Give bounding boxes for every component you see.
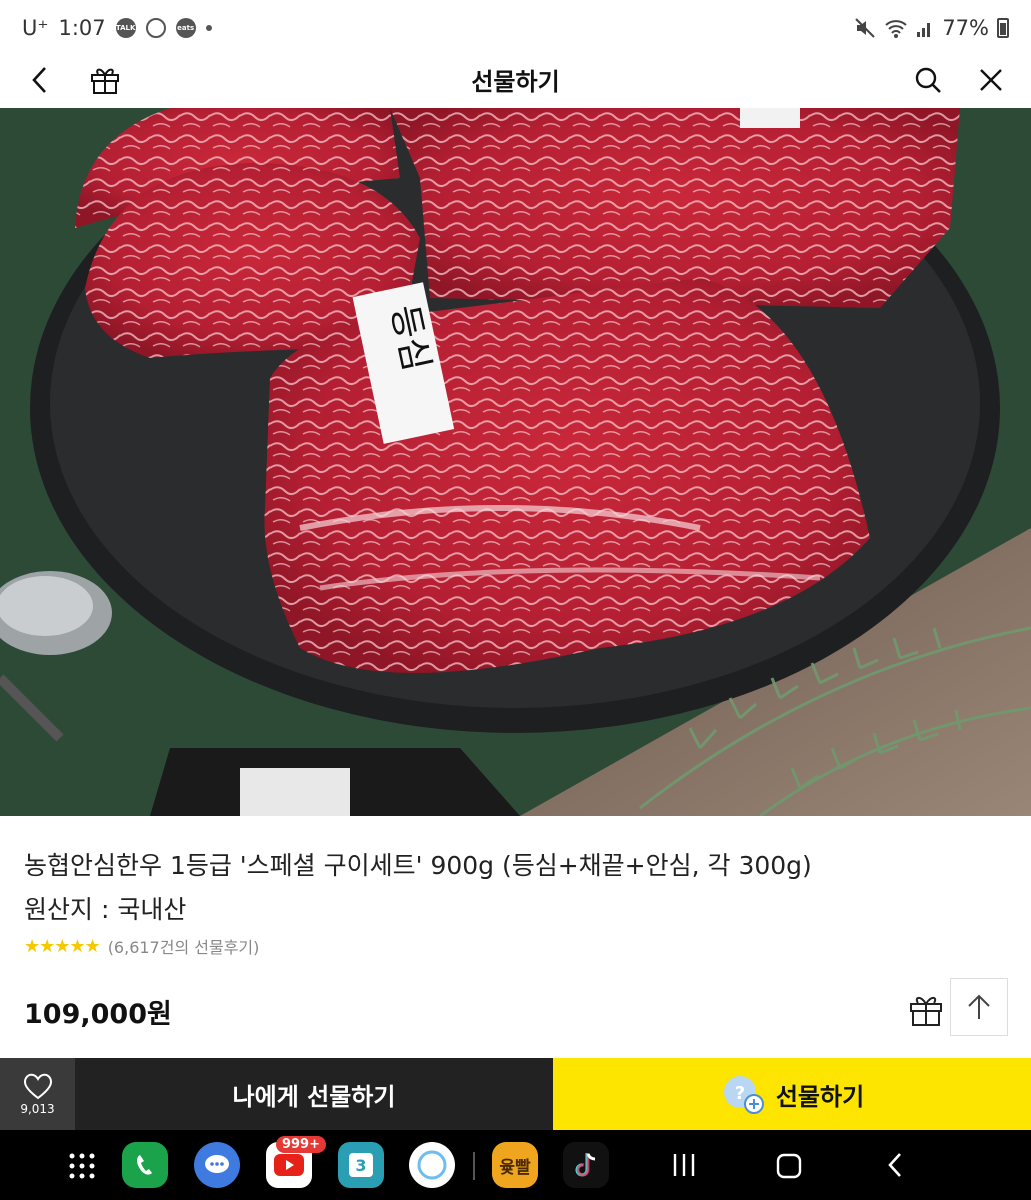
chat-icon xyxy=(205,1155,229,1173)
link-notification-icon xyxy=(145,18,166,38)
heart-icon xyxy=(23,1073,52,1100)
home-button[interactable] xyxy=(774,1151,804,1185)
calendar-app-icon[interactable]: 3 xyxy=(338,1142,384,1188)
dock-separator xyxy=(473,1152,475,1180)
scroll-top-button[interactable] xyxy=(950,978,1008,1036)
close-icon xyxy=(980,69,1002,91)
product-info: 농협안심한우 1등급 '스페셜 구이세트' 900g (등심+채끝+안심, 각 … xyxy=(0,816,1031,1058)
wish-button[interactable]: 9,013 xyxy=(0,1058,75,1130)
phone-app-icon[interactable] xyxy=(122,1142,168,1188)
clock: 1:07 xyxy=(58,16,106,40)
youtube-app-icon[interactable]: 999+ xyxy=(266,1136,326,1188)
friend-gift-icon: ? xyxy=(723,1076,764,1114)
product-origin: 원산지 : 국내산 xyxy=(24,895,187,924)
gift-wrap-button[interactable] xyxy=(908,992,948,1028)
rating-row[interactable]: ★★★★★ (6,617건의 선물후기) xyxy=(24,934,259,958)
more-notifications-icon xyxy=(205,25,212,31)
home-icon xyxy=(776,1153,802,1179)
messages-app-icon[interactable] xyxy=(194,1142,240,1188)
battery-percent: 77% xyxy=(942,16,989,40)
review-count: (6,617건의 선물후기) xyxy=(107,938,260,957)
play-icon xyxy=(274,1154,304,1176)
phone-icon xyxy=(137,1155,152,1175)
status-bar: U⁺ 1:07 TALK eats 77% xyxy=(0,0,1031,56)
battery-icon xyxy=(997,18,1009,38)
calendar-day: 3 xyxy=(349,1153,373,1177)
recents-button[interactable] xyxy=(670,1150,698,1184)
search-icon xyxy=(915,67,941,93)
self-gift-button[interactable]: 나에게 선물하기 xyxy=(75,1058,553,1130)
wish-count: 9,013 xyxy=(20,1102,55,1116)
chevron-left-icon xyxy=(888,1153,901,1177)
page-title: 선물하기 xyxy=(471,68,560,96)
send-gift-button[interactable]: ? 선물하기 xyxy=(553,1058,1031,1130)
signal-icon xyxy=(917,23,931,37)
mute-icon xyxy=(855,18,876,38)
arrow-up-icon xyxy=(968,994,990,1019)
wifi-icon xyxy=(885,20,907,38)
notification-badge: 999+ xyxy=(275,1136,326,1153)
game-app-icon[interactable]: 윷빨 xyxy=(492,1142,538,1188)
app-header: 선물하기 xyxy=(0,56,1031,108)
carrier-label: U⁺ xyxy=(22,16,49,40)
send-gift-label: 선물하기 xyxy=(775,1082,865,1111)
back-nav-button[interactable] xyxy=(884,1150,906,1184)
search-button[interactable] xyxy=(910,62,946,98)
close-button[interactable] xyxy=(973,62,1009,98)
gift-icon xyxy=(910,996,942,1026)
music-note-icon xyxy=(575,1153,596,1177)
beef-plate-illustration: 등심 xyxy=(0,108,1031,816)
app-drawer-button[interactable] xyxy=(68,1152,96,1184)
svg-text:?: ? xyxy=(735,1083,745,1104)
product-title: 농협안심한우 1등급 '스페셜 구이세트' 900g (등심+채끝+안심, 각 … xyxy=(24,851,812,880)
product-price: 109,000원 xyxy=(24,999,172,1030)
grid-icon xyxy=(69,1153,95,1179)
product-image[interactable]: 등심 xyxy=(0,108,1031,816)
circle-icon xyxy=(417,1150,447,1180)
tiktok-app-icon[interactable] xyxy=(563,1142,609,1188)
eats-notification-icon: eats xyxy=(175,18,196,38)
rating-stars: ★★★★★ xyxy=(24,935,101,957)
bixby-app-icon[interactable] xyxy=(409,1142,455,1188)
recents-icon xyxy=(673,1154,695,1176)
purchase-action-bar: 9,013 나에게 선물하기 ? 선물하기 xyxy=(0,1058,1031,1130)
system-nav-bar: 999+ 3 윷빨 xyxy=(0,1130,1031,1200)
kakaotalk-notification-icon: TALK xyxy=(115,18,136,38)
